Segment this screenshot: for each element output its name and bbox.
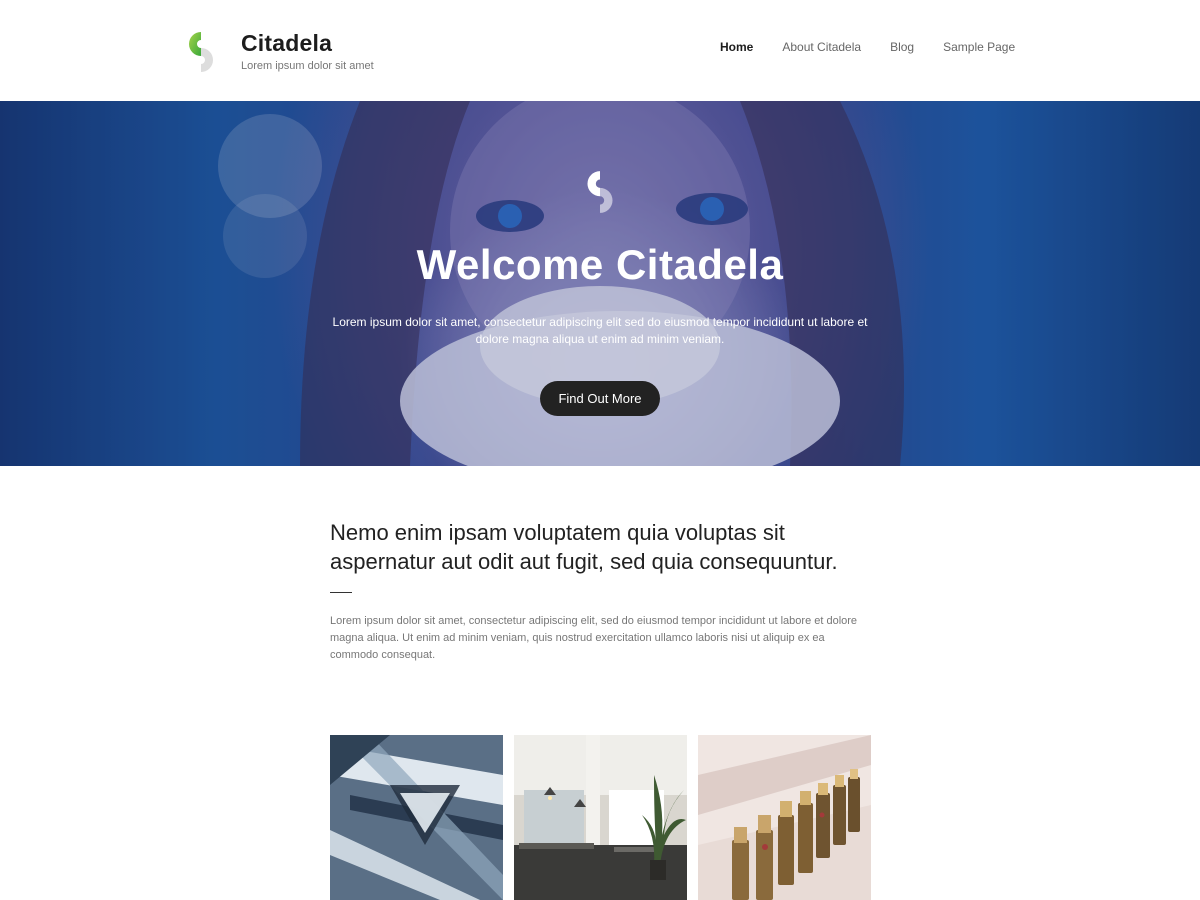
- brand[interactable]: Citadela Lorem ipsum dolor sit amet: [178, 28, 374, 74]
- intro-section: Nemo enim ipsam voluptatem quia voluptas…: [330, 518, 870, 664]
- nav-item-sample-page[interactable]: Sample Page: [943, 40, 1015, 54]
- citadela-logo-icon[interactable]: [178, 28, 224, 74]
- staircase-photo[interactable]: [330, 735, 503, 900]
- lipstick-photo[interactable]: [698, 735, 871, 900]
- nav-item-home[interactable]: Home: [720, 40, 753, 54]
- site-title[interactable]: Citadela: [241, 29, 374, 57]
- brand-text: Citadela Lorem ipsum dolor sit amet: [241, 29, 374, 73]
- intro-heading: Nemo enim ipsam voluptatem quia voluptas…: [330, 520, 838, 574]
- divider: [330, 592, 352, 593]
- hero-title: Welcome Citadela: [416, 241, 784, 288]
- citadela-logo-icon: [576, 167, 624, 215]
- office-photo[interactable]: [514, 735, 687, 900]
- nav-item-about-citadela[interactable]: About Citadela: [782, 40, 861, 54]
- hero-text: Lorem ipsum dolor sit amet, consectetur …: [332, 315, 868, 346]
- find-out-more-button[interactable]: Find Out More: [540, 381, 660, 416]
- intro-text: Lorem ipsum dolor sit amet, consectetur …: [330, 615, 858, 661]
- nav-item-blog[interactable]: Blog: [890, 40, 914, 54]
- site-header: Citadela Lorem ipsum dolor sit amet Home…: [0, 0, 1200, 101]
- main-nav: Home About Citadela Blog Sample Page: [720, 40, 1044, 54]
- site-tagline: Lorem ipsum dolor sit amet: [241, 60, 374, 72]
- image-gallery: [330, 735, 871, 900]
- hero-section: Welcome Citadela Lorem ipsum dolor sit a…: [0, 101, 1200, 466]
